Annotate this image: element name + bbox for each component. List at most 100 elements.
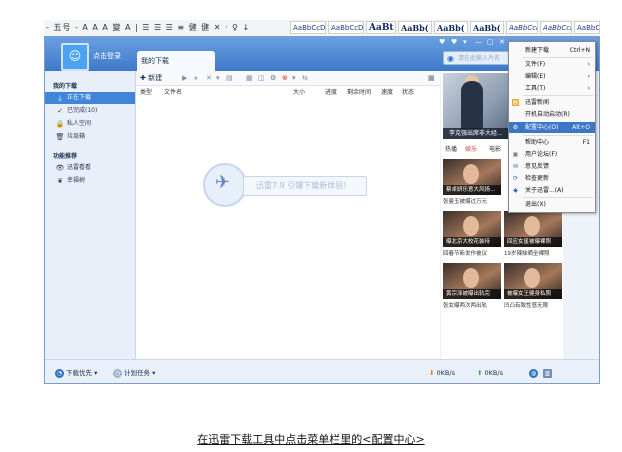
pause-icon[interactable]: ⏸ (194, 73, 198, 83)
menu-item-autostart[interactable]: 开机自动启动(R) (509, 109, 595, 120)
close-button[interactable]: ✕ (499, 38, 505, 46)
news-tabs: 热播 娱乐 电影 (443, 143, 513, 153)
menu-separator (523, 135, 593, 136)
thunder-logo-icon: ◆ (513, 187, 518, 194)
style-heading-2[interactable]: AaBb( (398, 21, 432, 34)
sidebar-item-happy-tree[interactable]: ❦ 幸福树 (45, 175, 135, 187)
tab-hot[interactable]: 热播 (445, 144, 457, 153)
style-intense[interactable]: AaBbCcDd (540, 21, 572, 34)
tab-my-downloads[interactable]: 我的下载 (137, 51, 215, 71)
style-no-spacing[interactable]: AaBbCcDd (328, 21, 364, 34)
news-line[interactable]: 张女曝两次两出轨 (443, 301, 501, 309)
column-size[interactable]: 大小 (293, 87, 305, 96)
priority-label: 下载优先 (66, 369, 92, 377)
submenu-arrow-icon: › (587, 85, 590, 92)
scheduled-task-button[interactable]: ◷ 计划任务 ▾ (113, 368, 155, 378)
tab-movie[interactable]: 电影 (489, 144, 501, 153)
style-heading-1[interactable]: AaBt (366, 21, 396, 34)
news-thumb[interactable]: 蔡卓妍乐意大风扬... (443, 159, 501, 195)
maximize-button[interactable]: ▢ (487, 38, 494, 46)
plus-icon: ✚ (140, 74, 146, 82)
menu-item-help[interactable]: 帮助中心 F1 (509, 137, 595, 148)
sidebar-section-recommend: 功能推荐 (53, 153, 78, 160)
news-thumb[interactable]: 被曝女王健身私照 (504, 263, 562, 299)
thumb-face (463, 164, 479, 184)
news-line[interactable]: 张曼玉被爆过万元 (443, 197, 501, 205)
column-type[interactable]: 类型 (140, 87, 152, 96)
menu-item-shortcut: F1 (582, 139, 590, 146)
delete-dropdown-icon[interactable]: ▾ (216, 73, 220, 83)
download-list-panel: ✚ 新建 ▶ ⏸ ✕ ▾ ▤ ▦ ◫ ⚙ ⊕ ▾ ⇆ ▦ 类型 文件名 大小 进… (136, 71, 440, 359)
list-view-icon[interactable]: ▦ (246, 73, 253, 83)
menu-item-forum[interactable]: ▣ 用户论坛(F) (509, 149, 595, 160)
sidebar-item-kankan[interactable]: 👁 迅雷看看 (45, 162, 135, 174)
new-task-button[interactable]: ✚ 新建 (140, 73, 162, 83)
hero-news-image[interactable]: 李克强出席非大经... (443, 73, 511, 139)
style-normal[interactable]: AaBbCcDd (290, 21, 326, 34)
globe-icon[interactable]: ◍ (529, 368, 540, 378)
login-link[interactable]: 点击登录 (93, 51, 121, 61)
hero-caption: 李克强出席非大经... (443, 128, 511, 139)
menu-item-tools[interactable]: 工具(T) › (509, 83, 595, 94)
menu-separator (523, 57, 593, 58)
menu-item-about[interactable]: ◆ 关于迅雷...(A) (509, 185, 595, 196)
column-progress[interactable]: 进度 (325, 87, 337, 96)
menu-item-exit[interactable]: 退出(X) (509, 199, 595, 210)
upload-arrow-icon: ⬆ (477, 369, 483, 377)
grid-view-icon[interactable]: ▦ (428, 73, 435, 83)
tab-entertainment[interactable]: 娱乐 (465, 144, 477, 153)
style-emphasis[interactable]: AaBbCcDd (506, 21, 538, 34)
menu-item-config-center[interactable]: ⚙ 配置中心(O) Alt+O (509, 122, 595, 133)
folder-icon[interactable]: ▤ (226, 73, 233, 83)
sidebar: 我的下载 ⤓ 正在下载 ✓ 已完成(10) 🔒 私人空间 🗑 垃圾箱 功能推荐 … (45, 71, 136, 359)
details-icon[interactable]: ◫ (258, 73, 265, 83)
transfer-icon[interactable]: ⇆ (302, 73, 308, 83)
sidebar-item-trash[interactable]: 🗑 垃圾箱 (45, 131, 135, 143)
delete-icon[interactable]: ✕ (206, 73, 212, 83)
style-strong[interactable]: AaBbCcDd (574, 21, 600, 34)
plugin-dropdown-icon[interactable]: ▾ (292, 73, 296, 83)
column-filename[interactable]: 文件名 (164, 87, 182, 96)
menu-item-file[interactable]: 文件(F) › (509, 59, 595, 70)
minimize-button[interactable]: — (475, 38, 482, 46)
settings-icon[interactable]: ⚙ (270, 73, 276, 83)
column-remaining[interactable]: 剩余时间 (347, 87, 371, 96)
style-title[interactable]: AaBb( (434, 21, 468, 34)
style-subtitle[interactable]: AaBb( (470, 21, 504, 34)
news-line[interactable]: 19岁辣妹晒全裸照 (504, 249, 562, 257)
plugin-icon[interactable]: ⊕ (282, 73, 288, 83)
panel-toggle-icon[interactable]: ▥ (543, 368, 554, 378)
news-thumb[interactable]: 回应女星被曝裸照 (504, 211, 562, 247)
promo-banner: ✈ 迅雷7.9 引爆下载新体验! (203, 163, 369, 207)
news-thumb[interactable]: 黄宗泽被曝出轨完 (443, 263, 501, 299)
menu-item-feedback[interactable]: ✉ 意见反馈 (509, 161, 595, 172)
forum-icon: ▣ (512, 151, 519, 158)
menu-item-edit[interactable]: 编辑(E) › (509, 71, 595, 82)
thumb-face (524, 216, 540, 236)
column-speed[interactable]: 速度 (381, 87, 393, 96)
avatar[interactable]: ☺ (61, 43, 89, 71)
news-line[interactable]: 回春节新发作被议 (443, 249, 501, 257)
download-priority-button[interactable]: ◔ 下载优先 ▾ (55, 368, 97, 378)
sidebar-item-private[interactable]: 🔒 私人空间 (45, 118, 135, 130)
start-icon[interactable]: ▶ (182, 73, 187, 83)
menu-item-news[interactable]: ▤ 迅雷新闻 (509, 97, 595, 108)
sidebar-item-completed[interactable]: ✓ 已完成(10) (45, 105, 135, 117)
news-line[interactable]: 凹凸有致性感无限 (504, 301, 562, 309)
menu-item-label: 新建下载 (525, 47, 550, 54)
eye-icon: 👁 (55, 164, 65, 172)
menu-item-new-download[interactable]: 新建下载 Ctrl+N (509, 45, 595, 56)
menu-item-update[interactable]: ⟳ 检查更新 (509, 173, 595, 184)
news-thumb[interactable]: 曝北京大校花装待 (443, 211, 501, 247)
favorite-icon[interactable]: ♥ (451, 38, 457, 46)
menu-item-label: 意见反馈 (525, 163, 550, 170)
rocket-icon: ✈ (215, 172, 231, 193)
menu-button[interactable]: ▾ (463, 38, 467, 46)
column-status[interactable]: 状态 (402, 87, 414, 96)
menu-item-shortcut: Ctrl+N (569, 47, 590, 54)
menu-item-label: 检查更新 (525, 175, 550, 182)
sidebar-item-downloading[interactable]: ⤓ 正在下载 (45, 92, 135, 104)
column-headers: 类型 文件名 大小 进度 剩余时间 速度 状态 (136, 86, 440, 96)
skin-icon[interactable]: ♥ (439, 38, 445, 46)
ribbon-format-tools[interactable]: - 五号 - A A A 變 A | ☰ ☰ ☰ ≡ 健 健 ✕ · ♀ ↓ (46, 22, 250, 33)
